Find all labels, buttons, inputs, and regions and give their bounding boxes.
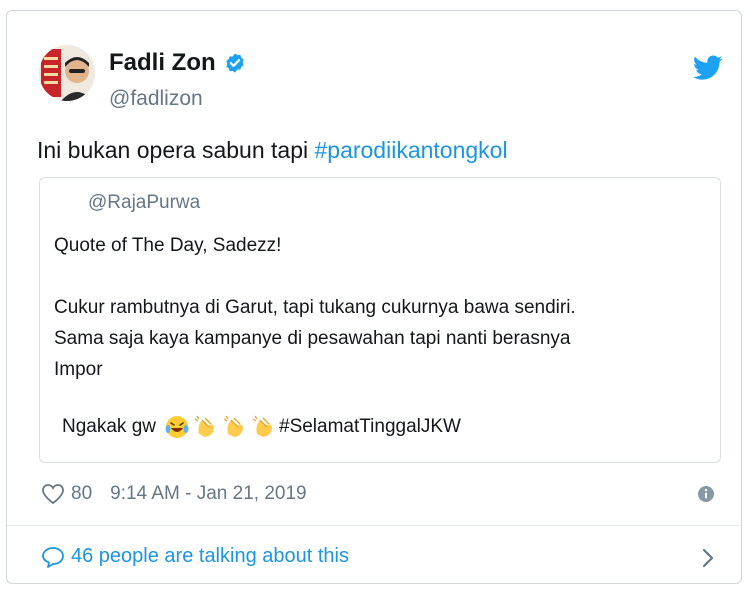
quoted-last-prefix: Ngakak gw [62, 416, 156, 437]
tweet-text: Ini bukan opera sabun tapi #parodiikanto… [37, 137, 508, 164]
chevron-right-icon[interactable] [701, 547, 715, 569]
divider [7, 525, 741, 526]
quoted-line-1: Quote of The Day, Sadezz! [54, 235, 282, 256]
laughing-crying-emoji [165, 416, 189, 438]
author-name[interactable]: Fadli Zon [109, 49, 216, 77]
avatar[interactable] [39, 45, 95, 101]
quoted-line-3: Sama saja kaya kampanye di pesawahan tap… [54, 328, 571, 349]
heart-icon[interactable] [41, 483, 65, 505]
clapping-hands-emoji [194, 415, 214, 437]
quoted-handle[interactable]: @RajaPurwa [88, 192, 200, 214]
author-handle[interactable]: @fadlizon [109, 87, 203, 111]
quoted-tweet[interactable]: @RajaPurwa Quote of The Day, Sadezz! Cuk… [39, 177, 721, 463]
info-icon[interactable] [697, 485, 715, 503]
clapping-hands-emoji [252, 415, 272, 437]
tweet-hashtag-link[interactable]: #parodiikantongkol [314, 137, 507, 163]
quoted-last-line: Ngakak gw #SelamatTinggalJKW [62, 414, 461, 440]
quoted-text: Quote of The Day, Sadezz! Cukur rambutny… [54, 230, 704, 385]
quoted-line-2: Cukur rambutnya di Garut, tapi tukang cu… [54, 297, 576, 318]
conversation-link[interactable]: 46 people are talking about this [41, 545, 349, 568]
clapping-hands-emoji [223, 415, 243, 437]
verified-badge-icon [226, 53, 244, 73]
quoted-hashtag[interactable]: #SelamatTinggalJKW [279, 416, 461, 438]
tweet-meta: 80 9:14 AM - Jan 21, 2019 [41, 483, 307, 505]
twitter-bird-icon[interactable] [693, 55, 723, 81]
speech-bubble-icon [42, 546, 64, 568]
tweet-body: Ini bukan opera sabun tapi [37, 137, 315, 163]
quoted-line-4: Impor [54, 359, 103, 380]
tweet-card: Fadli Zon @fadlizon Ini bukan opera sabu… [6, 10, 742, 584]
timestamp[interactable]: 9:14 AM - Jan 21, 2019 [110, 483, 306, 505]
like-count[interactable]: 80 [71, 483, 92, 505]
talking-count-label[interactable]: 46 people are talking about this [71, 545, 349, 568]
